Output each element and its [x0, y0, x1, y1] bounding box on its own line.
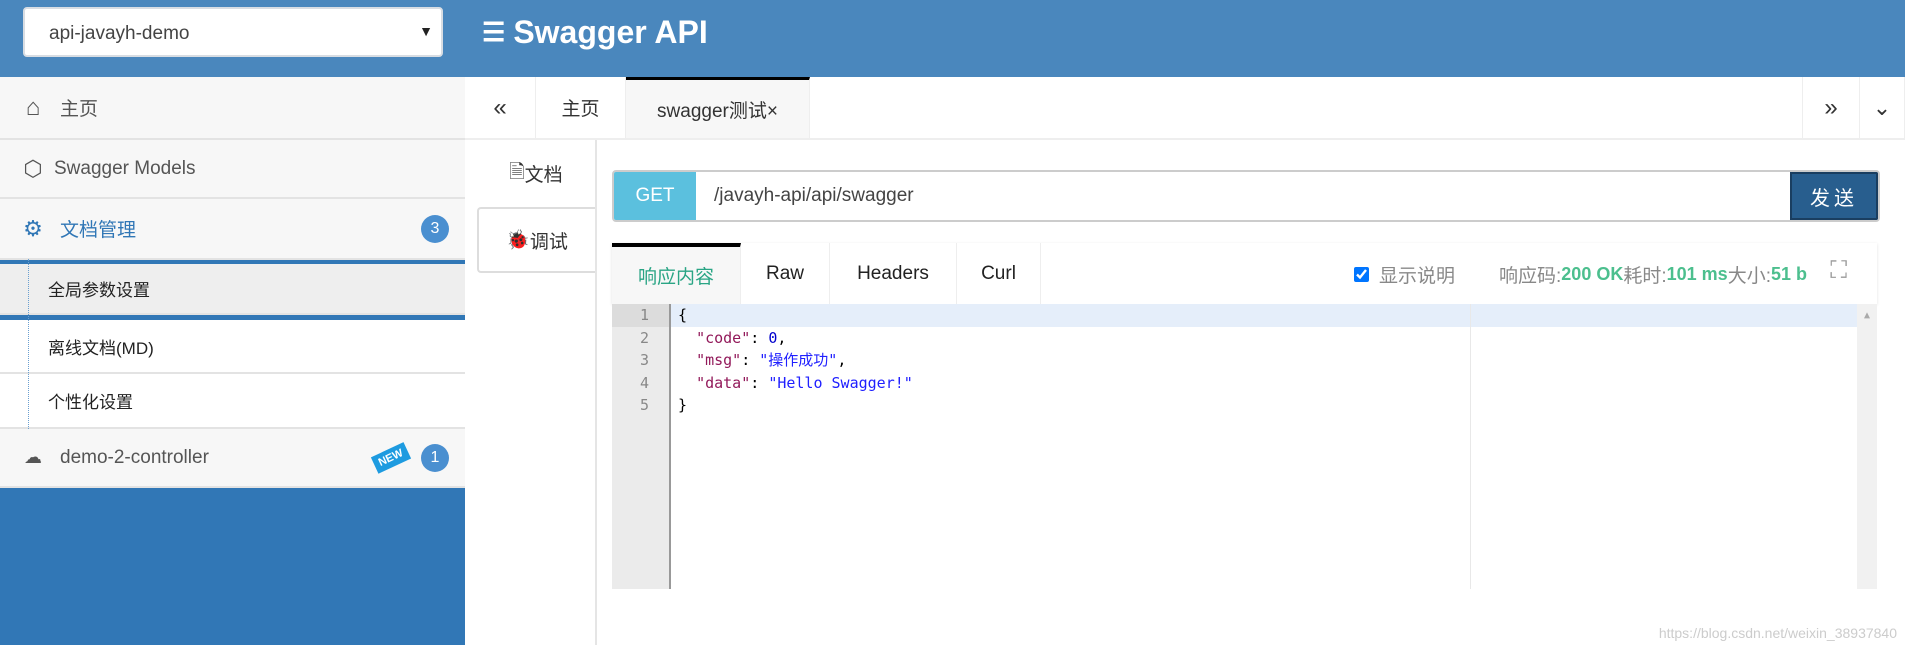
sidebar-item-label: 主页: [60, 99, 99, 120]
sidebar-item-label: 文档管理: [60, 220, 137, 241]
tab-doc[interactable]: 🗎 文档: [477, 140, 595, 207]
sidebar-subitem-personal-settings[interactable]: 个性化设置: [0, 374, 465, 429]
time-label: 耗时:: [1623, 266, 1667, 287]
line-number: 1: [612, 304, 669, 327]
brand-title: Swagger API: [513, 14, 708, 50]
size-label: 大小:: [1727, 266, 1771, 287]
response-tabs: 响应内容 Raw Headers Curl 显示说明 响应码: 200 OK 耗时…: [612, 243, 1877, 304]
tab-debug[interactable]: 🐞 调试: [477, 207, 595, 273]
project-select-value: api-javayh-demo: [49, 23, 190, 44]
models-icon: ⬡: [23, 155, 43, 181]
project-select[interactable]: api-javayh-demo ▼: [23, 7, 443, 57]
tab-label: swagger测试×: [657, 100, 778, 122]
api-cloud-icon: ☁: [24, 447, 42, 467]
new-badge: NEW: [371, 441, 412, 474]
count-badge: 3: [421, 214, 449, 243]
bug-icon: 🐞: [506, 230, 530, 251]
top-header: api-javayh-demo ▼ ☰ Swagger API: [0, 0, 1905, 77]
tab-home[interactable]: 主页: [536, 77, 626, 138]
file-icon: 🗎: [509, 161, 525, 183]
sidebar-item-label: 离线文档(MD): [48, 338, 154, 358]
tab-curl[interactable]: Curl: [957, 243, 1041, 304]
line-gutter: 1 2 3 4 5: [612, 304, 671, 589]
tab-bar: « 主页 swagger测试× » ⌄: [465, 77, 1905, 140]
fullscreen-icon[interactable]: ⛶: [1830, 257, 1847, 285]
line-number: 5: [639, 396, 649, 414]
url-input[interactable]: [696, 172, 1790, 220]
tab-label: Raw: [765, 262, 804, 284]
show-description-label: 显示说明: [1379, 266, 1456, 287]
sidebar-item-swagger-models[interactable]: ⬡ Swagger Models: [0, 140, 465, 199]
caret-down-icon: ▼: [419, 23, 433, 39]
scroll-right-button[interactable]: »: [1802, 77, 1860, 138]
status-code: 200 OK: [1561, 264, 1624, 284]
json-value: 0: [768, 328, 778, 347]
brand: ☰ Swagger API: [482, 14, 708, 51]
tab-label: 调试: [529, 231, 568, 253]
json-value: "Hello Swagger!": [768, 373, 913, 392]
sidebar-item-label: 全局参数设置: [48, 281, 150, 300]
tab-menu-dropdown-icon[interactable]: ⌄: [1860, 77, 1905, 138]
status-code-label: 响应码:: [1499, 266, 1562, 287]
tree-guide-line: [28, 259, 29, 429]
json-value: "操作成功": [759, 351, 838, 369]
line-number: 2: [639, 328, 649, 347]
request-bar: GET 发送: [612, 170, 1880, 222]
divider: [595, 140, 597, 645]
tab-headers[interactable]: Headers: [830, 243, 957, 304]
scroll-left-button[interactable]: «: [465, 77, 536, 138]
tab-label: Curl: [981, 262, 1016, 284]
tab-label: 主页: [561, 99, 600, 120]
size-value: 51 b: [1770, 264, 1807, 284]
time-value: 101 ms: [1666, 264, 1728, 284]
sidebar-subitem-offline-doc[interactable]: 离线文档(MD): [0, 320, 465, 374]
tab-swagger-test[interactable]: swagger测试×: [626, 77, 810, 138]
tab-response-content[interactable]: 响应内容: [612, 243, 741, 304]
tab-raw[interactable]: Raw: [741, 243, 830, 304]
count-badge: 1: [421, 443, 449, 472]
send-button[interactable]: 发送: [1790, 172, 1878, 220]
menu-fold-icon[interactable]: ☰: [482, 17, 505, 48]
sidebar-subitem-global-params[interactable]: 全局参数设置: [0, 264, 465, 315]
line-number: 3: [639, 351, 649, 369]
sidebar-item-label: demo-2-controller: [60, 446, 209, 468]
sidebar-item-label: Swagger Models: [54, 157, 196, 179]
json-key: "msg": [696, 351, 742, 369]
show-description-checkbox[interactable]: [1354, 267, 1369, 282]
editor-scrollbar[interactable]: ▲: [1857, 304, 1877, 589]
home-icon: ⌂: [25, 93, 41, 121]
method-badge: GET: [614, 172, 696, 220]
tab-label: 文档: [524, 165, 563, 186]
sidebar-item-home[interactable]: ⌂ 主页: [0, 77, 465, 140]
json-key: "data": [696, 373, 751, 392]
json-key: "code": [696, 328, 751, 347]
tab-label: Headers: [857, 262, 929, 284]
sidebar-item-label: 个性化设置: [48, 393, 133, 412]
sidebar-item-doc-manage[interactable]: ⚙ 文档管理 3: [0, 199, 465, 260]
response-editor[interactable]: 1 2 3 4 5 { "code": 0, "msg": "操作成功", "d…: [612, 304, 1877, 589]
line-number: 4: [639, 373, 649, 392]
doc-settings-icon: ⚙: [23, 215, 43, 241]
print-margin: [1470, 304, 1471, 589]
watermark: https://blog.csdn.net/weixin_38937840: [1658, 625, 1897, 641]
response-status: 显示说明 响应码: 200 OK 耗时: 101 ms 大小: 51 b: [1354, 261, 1807, 288]
json-code: { "code": 0, "msg": "操作成功", "data": "Hel…: [678, 306, 913, 414]
tab-label: 响应内容: [637, 267, 714, 288]
sidebar-item-demo-controller[interactable]: ☁ demo-2-controller NEW 1: [0, 429, 465, 488]
